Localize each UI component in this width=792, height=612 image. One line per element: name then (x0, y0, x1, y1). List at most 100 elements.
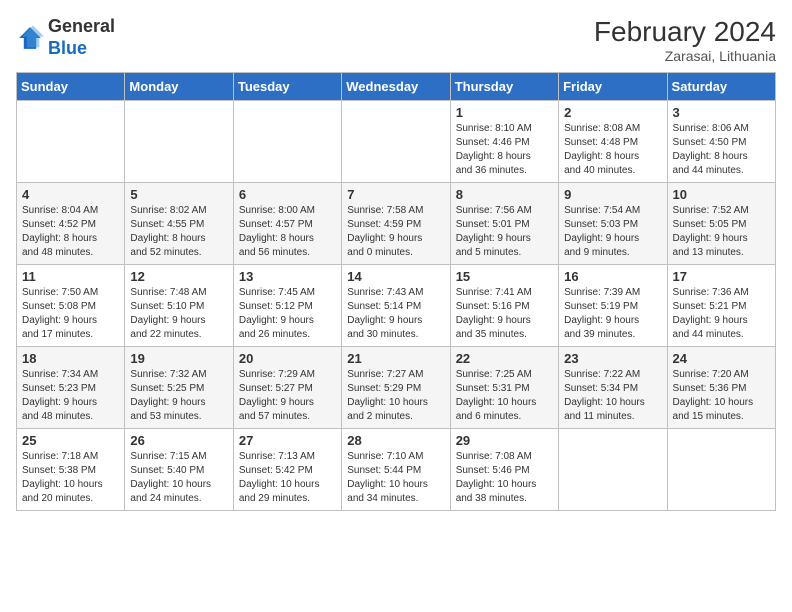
day-number: 28 (347, 433, 444, 448)
title-block: February 2024 Zarasai, Lithuania (594, 16, 776, 64)
calendar-cell: 6 Sunrise: 8:00 AM Sunset: 4:57 PM Daylig… (233, 183, 341, 265)
calendar-cell: 2 Sunrise: 8:08 AM Sunset: 4:48 PM Daylig… (559, 101, 667, 183)
calendar-week-row: 18 Sunrise: 7:34 AM Sunset: 5:23 PM Dayli… (17, 347, 776, 429)
day-info: Sunrise: 7:29 AM Sunset: 5:27 PM Dayligh… (239, 368, 336, 424)
day-number: 15 (456, 269, 553, 284)
day-info: Sunrise: 7:58 AM Sunset: 4:59 PM Dayligh… (347, 204, 444, 260)
calendar-cell: 18 Sunrise: 7:34 AM Sunset: 5:23 PM Dayli… (17, 347, 125, 429)
day-number: 17 (673, 269, 770, 284)
day-info: Sunrise: 7:08 AM Sunset: 5:46 PM Dayligh… (456, 450, 553, 506)
day-info: Sunrise: 7:56 AM Sunset: 5:01 PM Dayligh… (456, 204, 553, 260)
day-info: Sunrise: 7:45 AM Sunset: 5:12 PM Dayligh… (239, 286, 336, 342)
location: Zarasai, Lithuania (594, 48, 776, 64)
calendar-cell (233, 101, 341, 183)
day-number: 13 (239, 269, 336, 284)
calendar-cell: 23 Sunrise: 7:22 AM Sunset: 5:34 PM Dayli… (559, 347, 667, 429)
col-saturday: Saturday (667, 73, 775, 101)
day-info: Sunrise: 7:48 AM Sunset: 5:10 PM Dayligh… (130, 286, 227, 342)
day-info: Sunrise: 7:34 AM Sunset: 5:23 PM Dayligh… (22, 368, 119, 424)
calendar-cell: 27 Sunrise: 7:13 AM Sunset: 5:42 PM Dayli… (233, 429, 341, 511)
calendar-cell: 12 Sunrise: 7:48 AM Sunset: 5:10 PM Dayli… (125, 265, 233, 347)
calendar-cell (342, 101, 450, 183)
logo-text: General Blue (48, 16, 115, 59)
logo-icon (16, 24, 44, 52)
day-info: Sunrise: 8:04 AM Sunset: 4:52 PM Dayligh… (22, 204, 119, 260)
calendar-cell: 20 Sunrise: 7:29 AM Sunset: 5:27 PM Dayli… (233, 347, 341, 429)
day-info: Sunrise: 8:06 AM Sunset: 4:50 PM Dayligh… (673, 122, 770, 178)
day-number: 11 (22, 269, 119, 284)
calendar-cell: 28 Sunrise: 7:10 AM Sunset: 5:44 PM Dayli… (342, 429, 450, 511)
day-number: 5 (130, 187, 227, 202)
day-info: Sunrise: 7:32 AM Sunset: 5:25 PM Dayligh… (130, 368, 227, 424)
calendar-cell: 26Sunrise: 7:15 AM Sunset: 5:40 PM Dayli… (125, 429, 233, 511)
calendar-week-row: 1 Sunrise: 8:10 AM Sunset: 4:46 PM Daylig… (17, 101, 776, 183)
day-info: Sunrise: 7:18 AM Sunset: 5:38 PM Dayligh… (22, 450, 119, 506)
calendar-cell: 8 Sunrise: 7:56 AM Sunset: 5:01 PM Daylig… (450, 183, 558, 265)
calendar-cell (559, 429, 667, 511)
day-number: 19 (130, 351, 227, 366)
day-number: 18 (22, 351, 119, 366)
day-info: Sunrise: 7:50 AM Sunset: 5:08 PM Dayligh… (22, 286, 119, 342)
day-info: Sunrise: 7:27 AM Sunset: 5:29 PM Dayligh… (347, 368, 444, 424)
calendar-cell: 7 Sunrise: 7:58 AM Sunset: 4:59 PM Daylig… (342, 183, 450, 265)
calendar-cell: 10Sunrise: 7:52 AM Sunset: 5:05 PM Dayli… (667, 183, 775, 265)
day-number: 20 (239, 351, 336, 366)
col-sunday: Sunday (17, 73, 125, 101)
day-number: 7 (347, 187, 444, 202)
day-number: 10 (673, 187, 770, 202)
calendar-table: Sunday Monday Tuesday Wednesday Thursday… (16, 72, 776, 511)
day-number: 21 (347, 351, 444, 366)
calendar-cell: 3Sunrise: 8:06 AM Sunset: 4:50 PM Daylig… (667, 101, 775, 183)
day-info: Sunrise: 8:00 AM Sunset: 4:57 PM Dayligh… (239, 204, 336, 260)
day-number: 8 (456, 187, 553, 202)
day-number: 25 (22, 433, 119, 448)
calendar-cell: 24 Sunrise: 7:20 AM Sunset: 5:36 PM Dayli… (667, 347, 775, 429)
day-number: 24 (673, 351, 770, 366)
day-number: 6 (239, 187, 336, 202)
calendar-week-row: 11 Sunrise: 7:50 AM Sunset: 5:08 PM Dayli… (17, 265, 776, 347)
day-number: 26 (130, 433, 227, 448)
day-number: 9 (564, 187, 661, 202)
day-info: Sunrise: 8:08 AM Sunset: 4:48 PM Dayligh… (564, 122, 661, 178)
col-wednesday: Wednesday (342, 73, 450, 101)
day-info: Sunrise: 7:54 AM Sunset: 5:03 PM Dayligh… (564, 204, 661, 260)
calendar-header-row: Sunday Monday Tuesday Wednesday Thursday… (17, 73, 776, 101)
day-number: 2 (564, 105, 661, 120)
calendar-cell: 19 Sunrise: 7:32 AM Sunset: 5:25 PM Dayli… (125, 347, 233, 429)
col-thursday: Thursday (450, 73, 558, 101)
calendar-cell (17, 101, 125, 183)
calendar-cell: 17Sunrise: 7:36 AM Sunset: 5:21 PM Dayli… (667, 265, 775, 347)
day-info: Sunrise: 7:25 AM Sunset: 5:31 PM Dayligh… (456, 368, 553, 424)
day-number: 23 (564, 351, 661, 366)
calendar-cell: 11 Sunrise: 7:50 AM Sunset: 5:08 PM Dayli… (17, 265, 125, 347)
day-info: Sunrise: 7:39 AM Sunset: 5:19 PM Dayligh… (564, 286, 661, 342)
day-number: 27 (239, 433, 336, 448)
day-number: 14 (347, 269, 444, 284)
calendar-cell (125, 101, 233, 183)
col-friday: Friday (559, 73, 667, 101)
calendar-cell: 13 Sunrise: 7:45 AM Sunset: 5:12 PM Dayli… (233, 265, 341, 347)
logo: General Blue (16, 16, 115, 59)
calendar-cell: 22 Sunrise: 7:25 AM Sunset: 5:31 PM Dayli… (450, 347, 558, 429)
day-number: 4 (22, 187, 119, 202)
calendar-cell: 29Sunrise: 7:08 AM Sunset: 5:46 PM Dayli… (450, 429, 558, 511)
calendar-cell: 4 Sunrise: 8:04 AM Sunset: 4:52 PM Daylig… (17, 183, 125, 265)
calendar-week-row: 4 Sunrise: 8:04 AM Sunset: 4:52 PM Daylig… (17, 183, 776, 265)
day-number: 22 (456, 351, 553, 366)
day-info: Sunrise: 7:20 AM Sunset: 5:36 PM Dayligh… (673, 368, 770, 424)
page-header: General Blue February 2024 Zarasai, Lith… (16, 16, 776, 64)
day-info: Sunrise: 7:41 AM Sunset: 5:16 PM Dayligh… (456, 286, 553, 342)
day-number: 16 (564, 269, 661, 284)
calendar-week-row: 25 Sunrise: 7:18 AM Sunset: 5:38 PM Dayli… (17, 429, 776, 511)
day-info: Sunrise: 7:13 AM Sunset: 5:42 PM Dayligh… (239, 450, 336, 506)
day-number: 1 (456, 105, 553, 120)
calendar-cell: 1 Sunrise: 8:10 AM Sunset: 4:46 PM Daylig… (450, 101, 558, 183)
calendar-cell: 16 Sunrise: 7:39 AM Sunset: 5:19 PM Dayli… (559, 265, 667, 347)
calendar-cell (667, 429, 775, 511)
calendar-cell: 5Sunrise: 8:02 AM Sunset: 4:55 PM Daylig… (125, 183, 233, 265)
day-number: 12 (130, 269, 227, 284)
day-info: Sunrise: 8:10 AM Sunset: 4:46 PM Dayligh… (456, 122, 553, 178)
calendar-cell: 9 Sunrise: 7:54 AM Sunset: 5:03 PM Daylig… (559, 183, 667, 265)
day-info: Sunrise: 7:22 AM Sunset: 5:34 PM Dayligh… (564, 368, 661, 424)
day-info: Sunrise: 7:10 AM Sunset: 5:44 PM Dayligh… (347, 450, 444, 506)
